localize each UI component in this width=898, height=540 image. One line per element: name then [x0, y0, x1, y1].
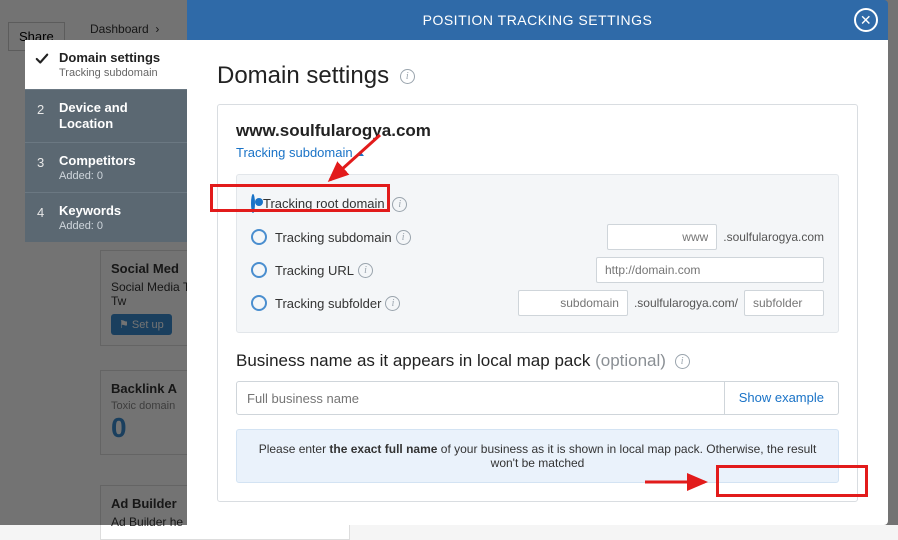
step-subtitle: Added: 0	[59, 170, 177, 182]
step-domain-settings[interactable]: Domain settings Tracking subdomain	[25, 40, 187, 89]
wizard-sidebar: Domain settings Tracking subdomain 2 Dev…	[25, 40, 187, 242]
option-label: Tracking subfolder	[275, 296, 381, 311]
option-label: Tracking subdomain	[275, 230, 392, 245]
modal-header: POSITION TRACKING SETTINGS ✕	[187, 0, 888, 40]
business-name-input[interactable]	[236, 381, 725, 415]
step-number: 3	[37, 155, 44, 170]
domain-suffix: .soulfularogya.com	[723, 230, 824, 244]
step-competitors[interactable]: 3 Competitors Added: 0	[25, 142, 187, 192]
option-root-domain[interactable]: Tracking root domain i	[251, 188, 824, 220]
option-url[interactable]: Tracking URL i	[251, 254, 824, 286]
tracking-toggle-link[interactable]: Tracking subdomain	[236, 145, 364, 160]
subfolder-input[interactable]	[744, 290, 824, 316]
tracking-options: Tracking root domain i Tracking subdomai…	[236, 174, 839, 333]
checkmark-icon	[35, 52, 49, 66]
radio-root-domain[interactable]	[251, 194, 255, 213]
option-label: Tracking root domain	[263, 196, 385, 211]
step-title: Keywords	[59, 203, 177, 219]
step-title: Competitors	[59, 153, 177, 169]
modal-title: POSITION TRACKING SETTINGS	[423, 12, 653, 28]
section-heading: Domain settings i	[217, 62, 858, 90]
info-icon[interactable]: i	[400, 69, 415, 84]
subfolder-subdomain-input[interactable]	[518, 290, 628, 316]
domain-name: www.soulfularogya.com	[236, 121, 839, 141]
info-icon[interactable]: i	[358, 263, 373, 278]
position-tracking-modal: POSITION TRACKING SETTINGS ✕ Domain sett…	[25, 0, 888, 525]
domain-panel: www.soulfularogya.com Tracking subdomain…	[217, 104, 858, 502]
radio-subdomain[interactable]	[251, 229, 267, 245]
info-icon[interactable]: i	[396, 230, 411, 245]
close-icon[interactable]: ✕	[854, 8, 878, 32]
show-example-button[interactable]: Show example	[725, 381, 839, 415]
step-device-location[interactable]: 2 Device and Location	[25, 89, 187, 142]
option-subdomain[interactable]: Tracking subdomain i .soulfularogya.com	[251, 221, 824, 253]
step-title: Domain settings	[59, 50, 177, 66]
step-number: 2	[37, 102, 44, 117]
subdomain-input[interactable]	[607, 224, 717, 250]
domain-suffix: .soulfularogya.com/	[634, 296, 738, 310]
radio-subfolder[interactable]	[251, 295, 267, 311]
option-label: Tracking URL	[275, 263, 354, 278]
info-icon[interactable]: i	[385, 296, 400, 311]
caret-up-icon	[356, 151, 364, 156]
step-subtitle: Tracking subdomain	[59, 67, 177, 79]
step-title: Device and Location	[59, 100, 177, 132]
step-keywords[interactable]: 4 Keywords Added: 0	[25, 192, 187, 242]
radio-url[interactable]	[251, 262, 267, 278]
step-number: 4	[37, 205, 44, 220]
step-subtitle: Added: 0	[59, 220, 177, 232]
business-name-note: Please enter the exact full name of your…	[236, 429, 839, 483]
info-icon[interactable]: i	[392, 197, 407, 212]
option-subfolder[interactable]: Tracking subfolder i .soulfularogya.com/	[251, 287, 824, 319]
url-input[interactable]	[596, 257, 824, 283]
info-icon[interactable]: i	[675, 354, 690, 369]
modal-content: Domain settings i www.soulfularogya.com …	[187, 40, 888, 525]
business-name-heading: Business name as it appears in local map…	[236, 351, 839, 371]
